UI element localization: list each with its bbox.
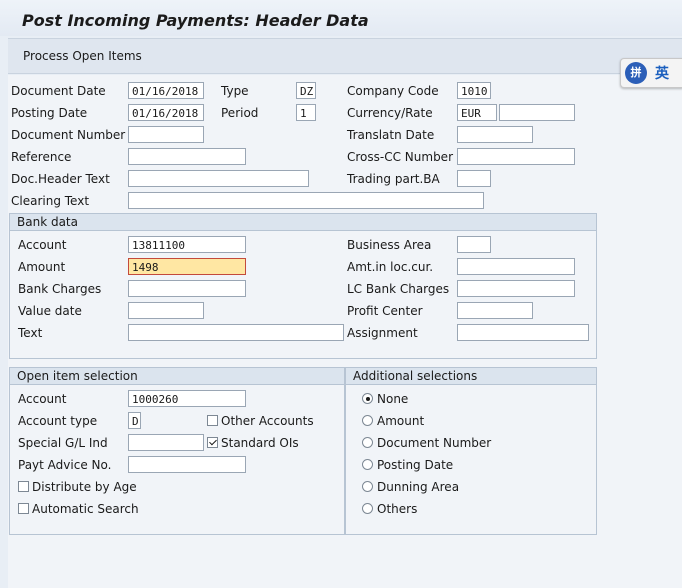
company-code-input[interactable]: 1010 — [457, 82, 491, 99]
period-label: Period — [221, 106, 259, 120]
currency-rate-label: Currency/Rate — [347, 106, 433, 120]
assignment-label: Assignment — [347, 326, 418, 340]
text-input[interactable] — [128, 324, 344, 341]
clearing-text-input[interactable] — [128, 192, 484, 209]
cross-cc-number-input[interactable] — [457, 148, 575, 165]
radio-dunning-area-label: Dunning Area — [377, 480, 460, 494]
translation-date-input[interactable] — [457, 126, 533, 143]
standard-ois-label: Standard OIs — [221, 436, 299, 450]
type-label: Type — [221, 84, 249, 98]
account-type-label: Account type — [18, 414, 98, 428]
bank-charges-label: Bank Charges — [18, 282, 102, 296]
profit-center-input[interactable] — [457, 302, 533, 319]
special-gl-input[interactable] — [128, 434, 204, 451]
document-date-input[interactable]: 01/16/2018 — [128, 82, 204, 99]
doc-header-text-label: Doc.Header Text — [11, 172, 110, 186]
bank-data-group: Bank data Account 13811100 Business Area… — [9, 213, 597, 359]
title-bar: Post Incoming Payments: Header Data — [0, 0, 682, 36]
bank-account-label: Account — [18, 238, 67, 252]
reference-label: Reference — [11, 150, 72, 164]
radio-amount[interactable] — [362, 415, 373, 426]
assignment-input[interactable] — [457, 324, 589, 341]
radio-dunning-area[interactable] — [362, 481, 373, 492]
reference-input[interactable] — [128, 148, 246, 165]
posting-date-label: Posting Date — [11, 106, 88, 120]
document-date-label: Document Date — [11, 84, 106, 98]
amt-loc-cur-input[interactable] — [457, 258, 575, 275]
radio-none[interactable] — [362, 393, 373, 404]
amount-input[interactable]: 1498 — [128, 258, 246, 275]
page-title: Post Incoming Payments: Header Data — [22, 11, 369, 30]
oi-account-label: Account — [18, 392, 67, 406]
doc-header-text-input[interactable] — [128, 170, 309, 187]
standard-ois-checkbox[interactable] — [207, 437, 218, 448]
trading-part-ba-input[interactable] — [457, 170, 491, 187]
bank-data-header: Bank data — [10, 214, 596, 231]
radio-amount-label: Amount — [377, 414, 425, 428]
company-code-label: Company Code — [347, 84, 439, 98]
distribute-by-age-checkbox[interactable] — [18, 481, 29, 492]
currency-input[interactable]: EUR — [457, 104, 497, 121]
header-data-form: Document Date 01/16/2018 Type DZ Company… — [8, 75, 682, 588]
posting-date-input[interactable]: 01/16/2018 — [128, 104, 204, 121]
translation-date-label: Translatn Date — [347, 128, 435, 142]
application-toolbar: Process Open Items — [8, 38, 682, 74]
business-area-input[interactable] — [457, 236, 491, 253]
text-label: Text — [18, 326, 43, 340]
oi-account-input[interactable]: 1000260 — [128, 390, 246, 407]
payt-advice-label: Payt Advice No. — [18, 458, 112, 472]
document-number-label: Document Number — [11, 128, 126, 142]
distribute-by-age-label: Distribute by Age — [32, 480, 137, 494]
business-area-label: Business Area — [347, 238, 432, 252]
type-input[interactable]: DZ — [296, 82, 316, 99]
additional-selections-group: Additional selections None Amount Docume… — [345, 367, 597, 535]
lc-bank-charges-input[interactable] — [457, 280, 575, 297]
profit-center-label: Profit Center — [347, 304, 423, 318]
ime-toolbar[interactable]: 拼 英 — [620, 58, 682, 88]
open-item-selection-group: Open item selection Account 1000260 Acco… — [9, 367, 345, 535]
clearing-text-label: Clearing Text — [11, 194, 90, 208]
lc-bank-charges-label: LC Bank Charges — [347, 282, 450, 296]
radio-document-number-label: Document Number — [377, 436, 492, 450]
special-gl-label: Special G/L Ind — [18, 436, 108, 450]
open-item-selection-header: Open item selection — [10, 368, 344, 385]
value-date-label: Value date — [18, 304, 82, 318]
document-number-input[interactable] — [128, 126, 204, 143]
radio-none-label: None — [377, 392, 409, 406]
cross-cc-number-label: Cross-CC Number — [347, 150, 454, 164]
value-date-input[interactable] — [128, 302, 204, 319]
exchange-rate-input[interactable] — [499, 104, 575, 121]
bank-charges-input[interactable] — [128, 280, 246, 297]
amount-label: Amount — [18, 260, 66, 274]
account-type-input[interactable]: D — [128, 412, 141, 429]
radio-posting-date[interactable] — [362, 459, 373, 470]
automatic-search-checkbox[interactable] — [18, 503, 29, 514]
additional-selections-header: Additional selections — [346, 368, 596, 385]
ime-language-indicator[interactable]: 英 — [655, 63, 669, 83]
ime-logo-icon: 拼 — [625, 62, 647, 84]
radio-posting-date-label: Posting Date — [377, 458, 454, 472]
radio-others[interactable] — [362, 503, 373, 514]
other-accounts-label: Other Accounts — [221, 414, 314, 428]
other-accounts-checkbox[interactable] — [207, 415, 218, 426]
radio-document-number[interactable] — [362, 437, 373, 448]
automatic-search-label: Automatic Search — [32, 502, 139, 516]
period-input[interactable]: 1 — [296, 104, 316, 121]
trading-part-ba-label: Trading part.BA — [347, 172, 440, 186]
payt-advice-input[interactable] — [128, 456, 246, 473]
process-open-items-button[interactable]: Process Open Items — [23, 49, 142, 63]
radio-others-label: Others — [377, 502, 418, 516]
bank-account-input[interactable]: 13811100 — [128, 236, 246, 253]
amt-loc-cur-label: Amt.in loc.cur. — [347, 260, 434, 274]
